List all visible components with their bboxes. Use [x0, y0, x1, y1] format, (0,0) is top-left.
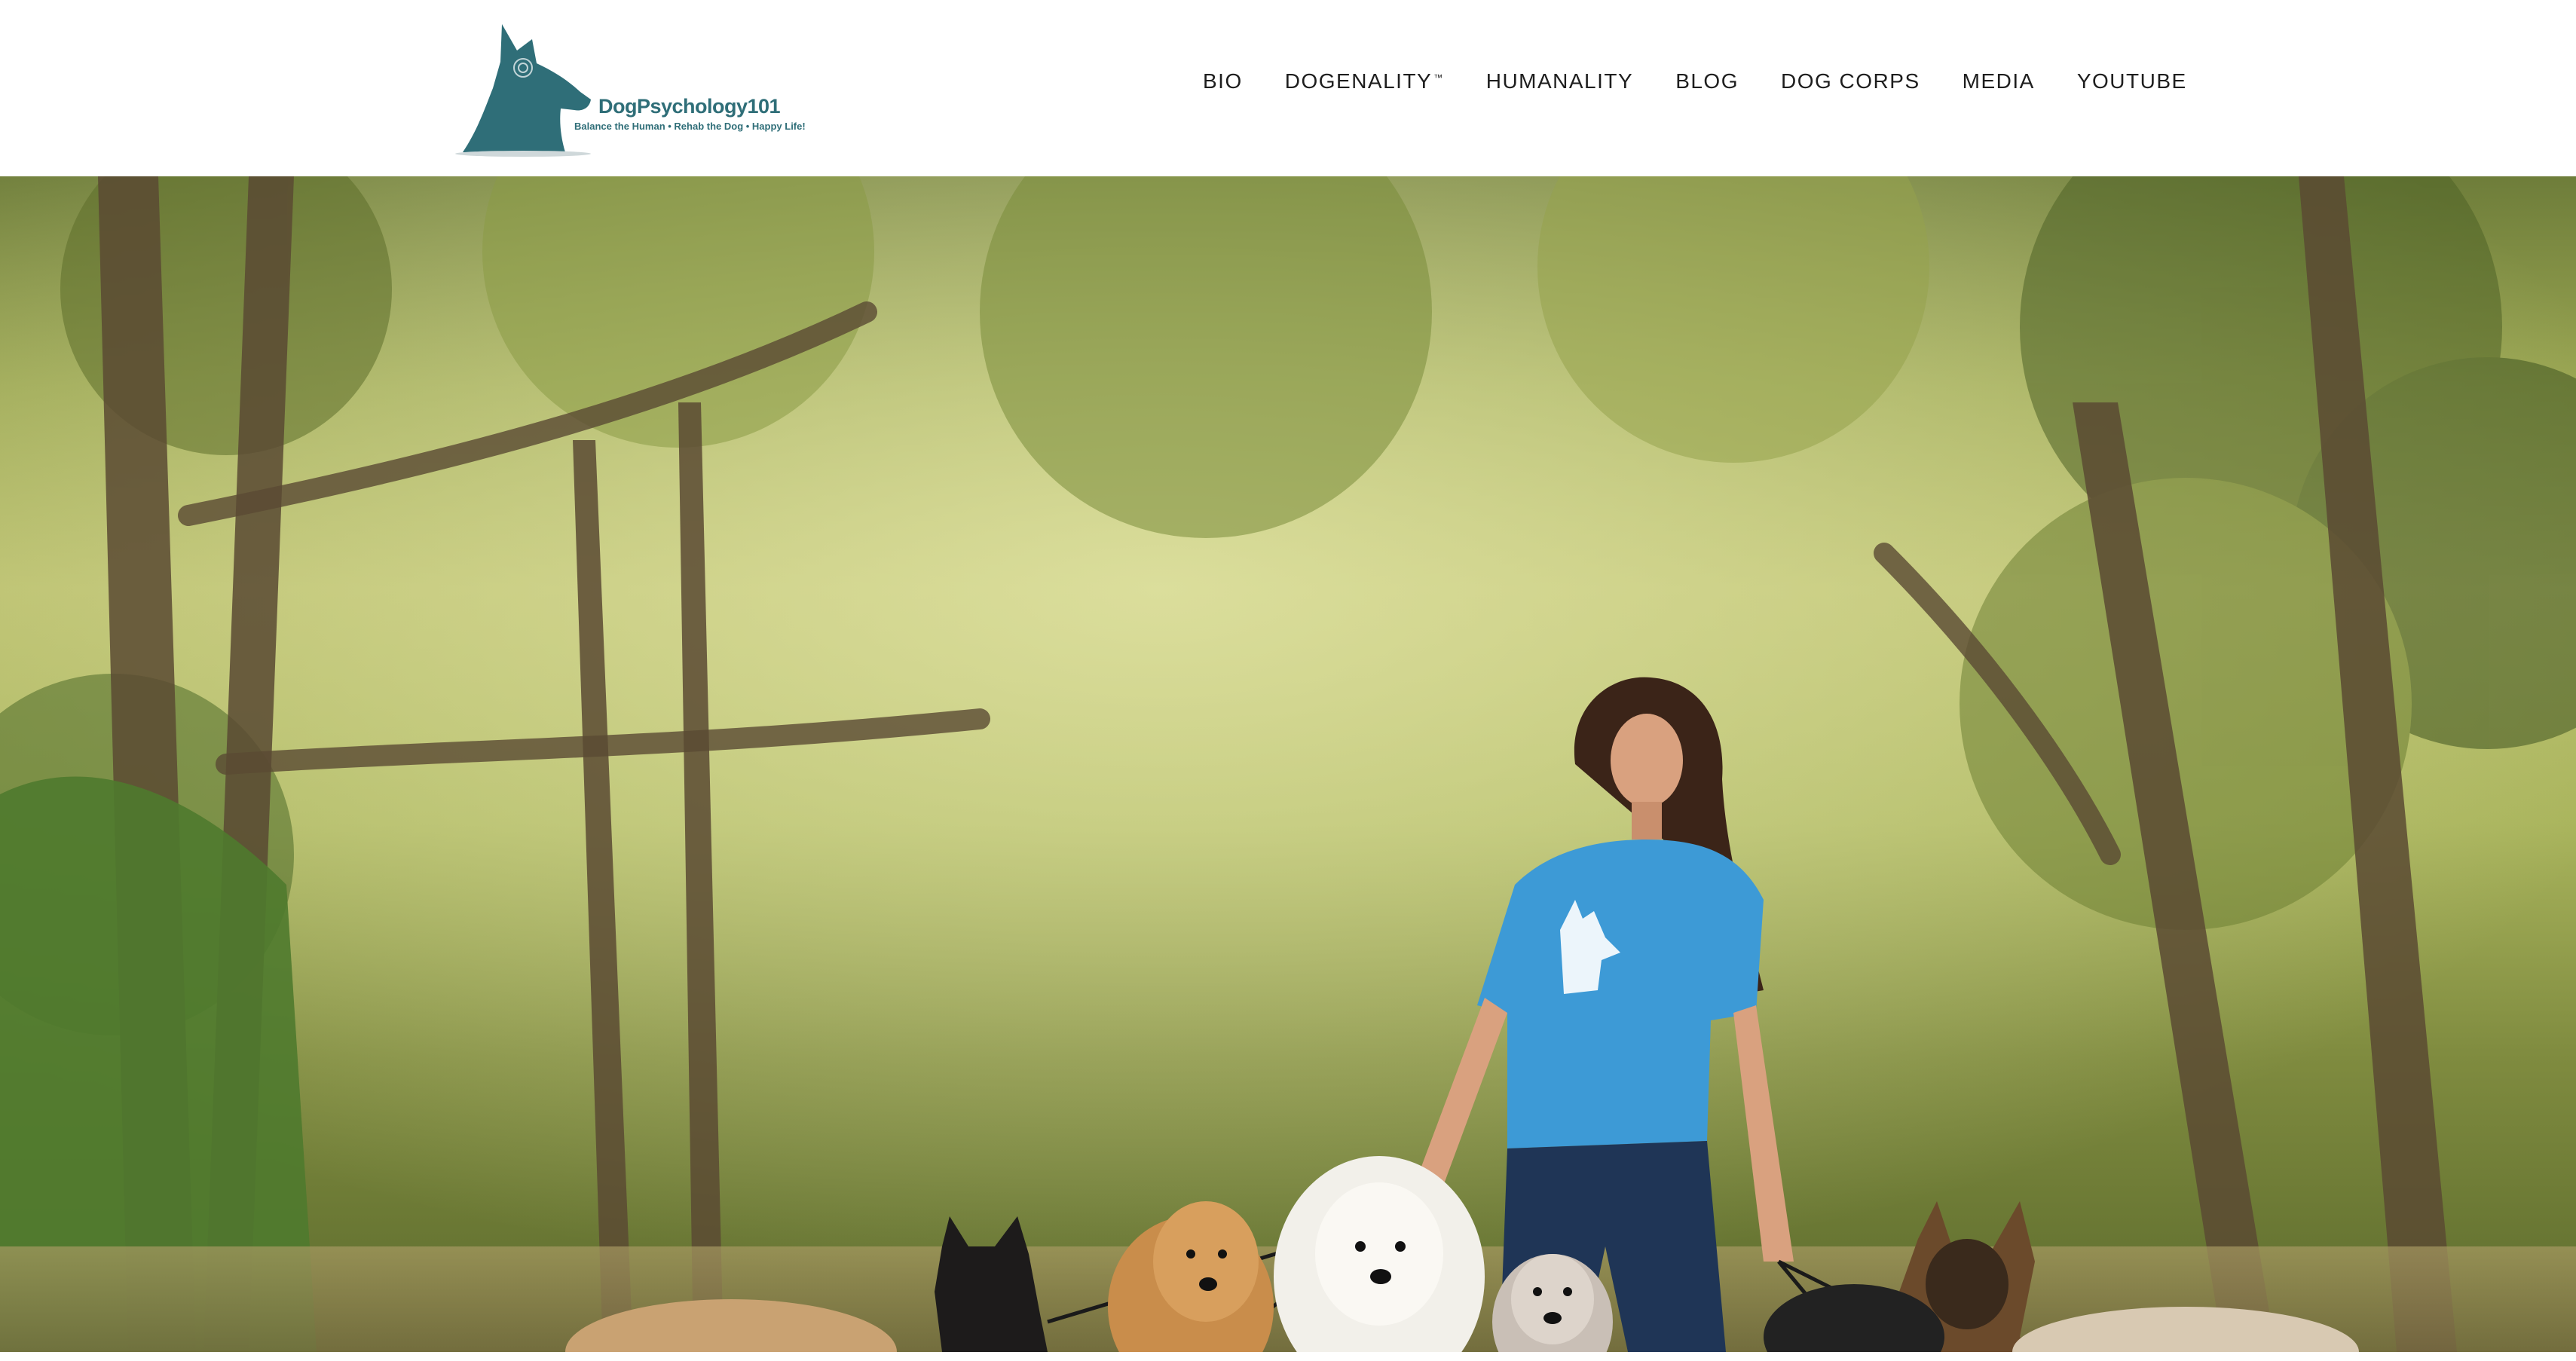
logo-brand-name: DogPsychology101: [598, 95, 781, 118]
main-nav: BIO DOGENALITY ™ HUMANALITY BLOG DOG CORP…: [1203, 69, 2187, 93]
hero-image: [0, 176, 2576, 1352]
nav-dogenality-label: DOGENALITY: [1284, 69, 1433, 93]
nav-media[interactable]: MEDIA: [1963, 69, 2035, 93]
nav-dog-corps[interactable]: DOG CORPS: [1781, 69, 1920, 93]
nav-blog[interactable]: BLOG: [1675, 69, 1739, 93]
nav-youtube[interactable]: YOUTUBE: [2077, 69, 2187, 93]
logo-tagline: Balance the Human • Rehab the Dog • Happ…: [574, 121, 806, 132]
nav-humanality[interactable]: HUMANALITY: [1486, 69, 1633, 93]
nav-bio[interactable]: BIO: [1203, 69, 1243, 93]
hero-photo-illustration: [0, 176, 2576, 1352]
trademark-mark: ™: [1433, 72, 1444, 83]
page-bottom-strip: [0, 1352, 2576, 1361]
site-logo[interactable]: DogPsychology101 Balance the Human • Reh…: [448, 17, 806, 160]
dog-head-logo-icon: [455, 24, 591, 157]
site-header: DogPsychology101 Balance the Human • Reh…: [0, 0, 2576, 176]
nav-dogenality[interactable]: DOGENALITY ™: [1285, 69, 1444, 93]
